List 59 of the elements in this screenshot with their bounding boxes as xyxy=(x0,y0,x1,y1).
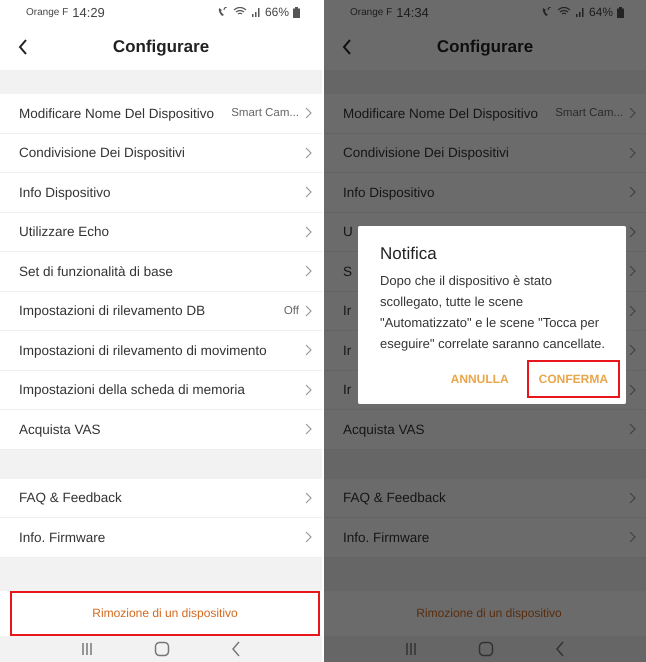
chevron-icon xyxy=(629,531,636,544)
settings-row[interactable]: Impostazioni di rilevamento DB Off xyxy=(0,292,322,331)
settings-row[interactable]: Utilizzare Echo xyxy=(0,212,322,252)
settings-row[interactable]: FAQ & Feedback xyxy=(0,478,322,518)
back-nav-icon[interactable] xyxy=(555,640,566,657)
clock-text: 14:34 xyxy=(396,4,429,20)
chevron-icon xyxy=(629,265,636,278)
battery-icon xyxy=(617,6,624,18)
page-title: Configurare xyxy=(112,37,210,57)
chevron-icon xyxy=(305,423,312,436)
chevron-icon xyxy=(629,186,636,198)
settings-row[interactable]: Set di funzionalità di base xyxy=(0,252,322,292)
remove-device-button[interactable]: Rimozione di un dispositivo xyxy=(10,590,320,636)
settings-row[interactable]: Info Dispositivo xyxy=(0,173,322,212)
settings-row[interactable]: Acquista VAS xyxy=(0,410,322,450)
clock-text: 14:29 xyxy=(72,4,105,20)
page-title: Configurare xyxy=(436,37,534,57)
recent-apps-icon[interactable] xyxy=(404,642,417,656)
settings-row[interactable]: Impostazioni della scheda di memoria xyxy=(0,370,322,410)
dialog-title: Notifica xyxy=(379,244,438,264)
chevron-icon xyxy=(629,384,636,396)
signal-icon xyxy=(250,7,261,17)
chevron-icon xyxy=(305,384,312,396)
settings-row[interactable]: Info. Firmware xyxy=(0,518,322,558)
chevron-icon xyxy=(629,492,636,504)
chevron-icon xyxy=(305,304,312,317)
chevron-icon xyxy=(305,226,312,238)
chevron-icon xyxy=(629,226,636,238)
carrier-text: Orange F xyxy=(26,6,68,18)
dialog-message: Dopo che il dispositivo è stato scollegato, tutte le scene "Automatizzato" e le scene "Tocca per eseguire" correlate saranno cancellate. xyxy=(379,272,606,353)
battery-icon xyxy=(293,6,300,18)
chevron-icon xyxy=(629,344,636,356)
back-nav-icon[interactable] xyxy=(231,640,242,657)
chevron-icon xyxy=(305,186,312,198)
home-icon[interactable] xyxy=(478,640,494,657)
chevron-icon xyxy=(629,146,636,159)
wifi-calling-icon xyxy=(216,7,229,17)
home-icon[interactable] xyxy=(154,640,170,657)
chevron-icon xyxy=(305,492,312,504)
battery-text: 64% xyxy=(588,5,613,19)
chevron-icon xyxy=(305,531,312,544)
recent-apps-icon[interactable] xyxy=(80,642,93,656)
signal-icon xyxy=(574,7,585,17)
chevron-icon xyxy=(305,146,312,159)
chevron-icon xyxy=(305,265,312,278)
chevron-icon xyxy=(305,344,312,356)
back-icon[interactable] xyxy=(18,39,28,55)
settings-row[interactable]: Condivisione Dei Dispositivi xyxy=(0,134,322,173)
carrier-text: Orange F xyxy=(350,6,392,18)
chevron-icon xyxy=(629,304,636,317)
wifi-icon xyxy=(232,7,247,17)
settings-row[interactable]: Impostazioni di rilevamento di movimento xyxy=(0,331,322,370)
wifi-icon xyxy=(556,7,571,17)
battery-text: 66% xyxy=(264,5,289,19)
chevron-icon xyxy=(629,107,636,120)
wifi-calling-icon xyxy=(540,7,553,17)
settings-row[interactable]: Modificare Nome Del Dispositivo Smart Cam... xyxy=(0,94,322,134)
chevron-icon xyxy=(629,423,636,436)
chevron-icon xyxy=(305,107,312,120)
